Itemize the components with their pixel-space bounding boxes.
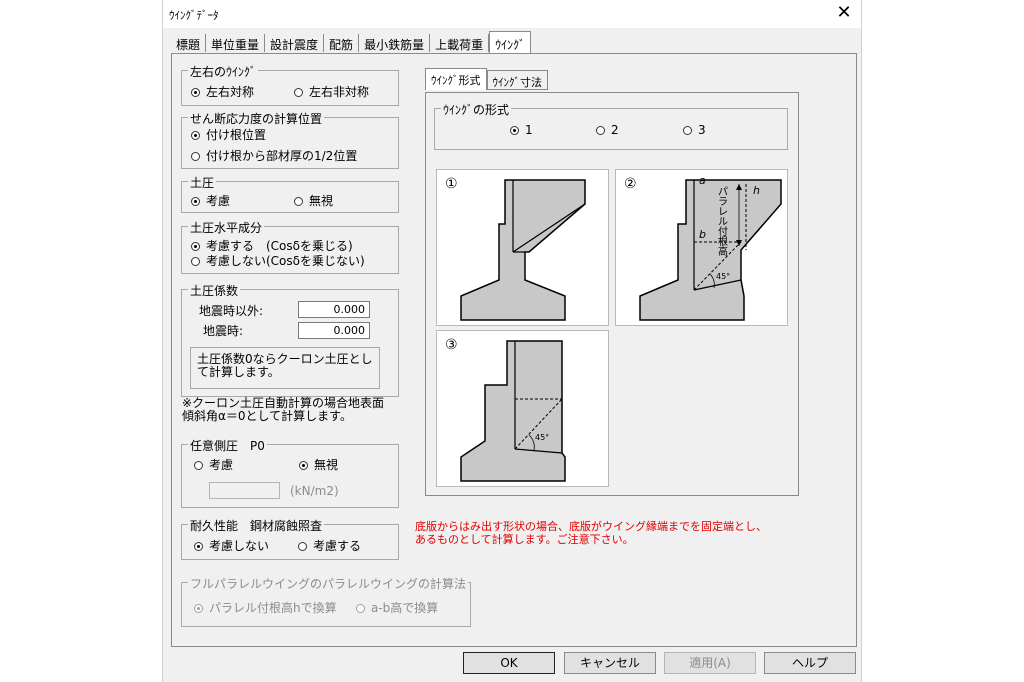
- group-legend: 土圧係数: [188, 282, 241, 299]
- radio-symmetric[interactable]: 左右対称: [191, 83, 254, 100]
- group-legend: 土圧: [188, 174, 217, 191]
- p0-unit-label: (kN/m2): [290, 484, 339, 498]
- non-quake-coefficient-input[interactable]: 0.000: [298, 301, 370, 318]
- quake-coefficient-input[interactable]: 0.000: [298, 322, 370, 339]
- group-earth-pressure: 土圧 考慮 無視: [181, 174, 399, 213]
- radio-wing-type-3[interactable]: 3: [683, 123, 706, 137]
- tab-min-rebar[interactable]: 最小鉄筋量: [359, 34, 431, 52]
- parallel-root-height-label: パラレル付根高: [718, 187, 728, 258]
- group-legend: 任意側圧 P0: [188, 437, 267, 454]
- group-shear-position: せん断応力度の計算位置 付け根位置 付け根から部材厚の1/2位置: [181, 110, 399, 169]
- radio-durability-ignore[interactable]: 考慮しない: [194, 537, 269, 554]
- wing-subtabs: ｳｲﾝｸﾞ形式 ｳｲﾝｸﾞ寸法: [425, 68, 548, 90]
- tab-wing[interactable]: ｳｲﾝｸﾞ: [489, 31, 532, 53]
- radio-dot: [299, 461, 308, 470]
- wing-subpanel: ｳｲﾝｸﾞの形式 1 2 3 ① ② a b h パラレル付根高 45° ③ 4…: [425, 92, 799, 496]
- window-title: ｳｲﾝｸﾞﾃﾞｰﾀ: [169, 9, 219, 22]
- radio-dot: [191, 152, 200, 161]
- wing-3-shape: [460, 340, 566, 482]
- radio-durability-consider[interactable]: 考慮する: [298, 537, 361, 554]
- group-legend: フルパラレルウイングのパラレルウイングの計算法: [188, 575, 469, 592]
- group-legend: せん断応力度の計算位置: [188, 110, 325, 127]
- group-earth-coefficient: 土圧係数 地震時以外: 0.000 地震時: 0.000 土圧係数0ならクーロン…: [181, 282, 399, 397]
- radio-parallel-root-height[interactable]: パラレル付根高hで換算: [194, 599, 337, 616]
- radio-dot: [191, 257, 200, 266]
- cancel-button[interactable]: キャンセル: [564, 652, 656, 674]
- radio-dot: [191, 197, 200, 206]
- radio-dot: [194, 542, 203, 551]
- group-full-parallel: フルパラレルウイングのパラレルウイングの計算法 パラレル付根高hで換算 a-b高…: [181, 575, 471, 627]
- tab-wing-dimensions[interactable]: ｳｲﾝｸﾞ寸法: [486, 70, 548, 90]
- radio-dot: [191, 88, 200, 97]
- label-b: b: [699, 228, 706, 241]
- ok-button[interactable]: OK: [463, 652, 555, 674]
- radio-dot: [294, 197, 303, 206]
- radio-ab-height[interactable]: a-b高で換算: [356, 599, 438, 616]
- angle-label: 45°: [535, 433, 550, 442]
- label-a: a: [699, 174, 706, 187]
- radio-dot: [194, 461, 203, 470]
- non-quake-label: 地震時以外:: [199, 304, 264, 318]
- main-tabs: 標題 単位重量 設計震度 配筋 最小鉄筋量 上載荷重 ｳｲﾝｸﾞ: [171, 31, 532, 54]
- wing-type-1-diagram[interactable]: ①: [436, 169, 609, 326]
- radio-dot: [191, 131, 200, 140]
- group-durability: 耐久性能 鋼材腐蝕照査 考慮しない 考慮する: [181, 517, 399, 560]
- radio-earth-ignore[interactable]: 無視: [294, 192, 333, 209]
- group-legend: 土圧水平成分: [188, 219, 265, 236]
- radio-horiz-ignore[interactable]: 考慮しない(Cosδを乗じない): [191, 252, 365, 269]
- radio-earth-consider[interactable]: 考慮: [191, 192, 230, 209]
- radio-dot: [596, 126, 605, 135]
- radio-wing-type-1[interactable]: 1: [510, 123, 533, 137]
- tab-panel: 左右のｳｲﾝｸﾞ 左右対称 左右非対称 せん断応力度の計算位置 付け根位置 付け…: [171, 53, 857, 647]
- radio-asymmetric[interactable]: 左右非対称: [294, 83, 369, 100]
- radio-dot: [294, 88, 303, 97]
- radio-dot: [683, 126, 692, 135]
- radio-p0-ignore[interactable]: 無視: [299, 456, 338, 473]
- wing-1-shape: [460, 179, 586, 321]
- title-bar: ｳｲﾝｸﾞﾃﾞｰﾀ ✕: [163, 0, 861, 28]
- group-legend: 耐久性能 鋼材腐蝕照査: [188, 517, 325, 534]
- radio-dot: [194, 604, 203, 613]
- radio-dot: [191, 242, 200, 251]
- tab-rebar[interactable]: 配筋: [324, 34, 360, 52]
- tab-title[interactable]: 標題: [171, 34, 207, 52]
- radio-half-thickness[interactable]: 付け根から部材厚の1/2位置: [191, 147, 357, 164]
- group-arbitrary-pressure: 任意側圧 P0 考慮 無視 (kN/m2): [181, 437, 399, 508]
- apply-button[interactable]: 適用(A): [664, 652, 756, 674]
- label-h: h: [753, 184, 760, 197]
- p0-value-input[interactable]: [209, 482, 280, 499]
- group-left-right: 左右のｳｲﾝｸﾞ 左右対称 左右非対称: [181, 63, 399, 106]
- tab-unit-weight[interactable]: 単位重量: [206, 34, 266, 52]
- radio-dot: [510, 126, 519, 135]
- dialog-window: ｳｲﾝｸﾞﾃﾞｰﾀ ✕ 標題 単位重量 設計震度 配筋 最小鉄筋量 上載荷重 ｳ…: [162, 0, 862, 682]
- help-button[interactable]: ヘルプ: [764, 652, 856, 674]
- radio-dot: [298, 542, 307, 551]
- tab-surcharge[interactable]: 上載荷重: [430, 34, 490, 52]
- radio-p0-consider[interactable]: 考慮: [194, 456, 233, 473]
- wing-type-3-diagram[interactable]: ③ 45°: [436, 330, 609, 487]
- tab-seismic[interactable]: 設計震度: [265, 34, 325, 52]
- group-legend: 左右のｳｲﾝｸﾞ: [188, 63, 259, 80]
- group-earth-horizontal: 土圧水平成分 考慮する (Cosδを乗じる) 考慮しない(Cosδを乗じない): [181, 219, 399, 274]
- coefficient-note: 土圧係数0ならクーロン土圧として計算します。: [190, 347, 380, 389]
- group-legend: ｳｲﾝｸﾞの形式: [441, 101, 512, 118]
- quake-label: 地震時:: [203, 324, 244, 338]
- wing-2-shape: [639, 179, 782, 321]
- angle-label: 45°: [716, 272, 731, 281]
- wing-type-2-diagram[interactable]: ② a b h パラレル付根高 45°: [615, 169, 788, 326]
- tab-wing-type[interactable]: ｳｲﾝｸﾞ形式: [425, 68, 487, 90]
- warning-text: 底版からはみ出す形状の場合、底版がウイング縁端までを固定端とし、 あるものとして…: [415, 520, 767, 546]
- coulomb-note: ※クーロン土圧自動計算の場合地表面傾斜角α＝0として計算します。: [182, 396, 385, 423]
- radio-dot: [356, 604, 365, 613]
- radio-wing-type-2[interactable]: 2: [596, 123, 619, 137]
- close-icon[interactable]: ✕: [833, 2, 855, 24]
- group-wing-type: ｳｲﾝｸﾞの形式 1 2 3: [434, 101, 788, 150]
- radio-root-position[interactable]: 付け根位置: [191, 126, 266, 143]
